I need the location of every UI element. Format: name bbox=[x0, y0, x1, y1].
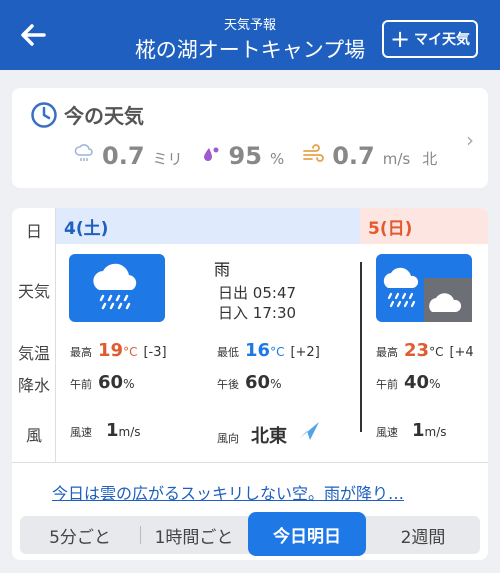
am-label: 午前 bbox=[70, 378, 92, 391]
high-unit: °C bbox=[429, 345, 444, 359]
wind-speed-unit: m/s bbox=[118, 425, 141, 439]
pm-value: 60 bbox=[245, 372, 271, 393]
current-weather-heading: 今の天気 bbox=[30, 100, 144, 129]
high-diff: [-3] bbox=[143, 345, 167, 360]
high-diff: [+4 bbox=[449, 345, 474, 360]
forecast-summary-link[interactable]: 今日は雲の広がるスッキリしない空。雨が降り… bbox=[52, 480, 404, 504]
my-weather-label: マイ天気 bbox=[414, 32, 471, 48]
label-day: 日 bbox=[25, 222, 42, 241]
tab-hourly[interactable]: 1時間ごと bbox=[140, 516, 248, 554]
high-unit: °C bbox=[123, 345, 138, 359]
sunrise-time: 05:47 bbox=[252, 284, 297, 302]
high-label: 最高 bbox=[70, 346, 92, 359]
day1-high-temp: 最高 19 °C [-3] bbox=[70, 340, 167, 361]
forecast-panel: 日 天気 気温 降水 風 4(土) 5(日) 雨 日出 05:47 日入 17:… bbox=[12, 208, 488, 560]
rain-cloudy-weather-icon bbox=[376, 254, 472, 322]
day-header-saturday[interactable]: 4(土) bbox=[56, 208, 360, 244]
forecast-tabs: 5分ごと 1時間ごと 今日明日 2週間 bbox=[20, 512, 480, 556]
wind-speed-label: 風速 bbox=[376, 426, 398, 439]
wind-unit: m/s bbox=[382, 150, 411, 168]
low-label: 最低 bbox=[217, 346, 239, 359]
humidity-value: 95 bbox=[228, 142, 262, 170]
wind-speed-value: 1 bbox=[106, 420, 119, 441]
wind-direction: 北 bbox=[422, 150, 438, 168]
day1-pm-precip: 午後 60% bbox=[217, 372, 281, 393]
rain-cloud-icon bbox=[74, 144, 93, 161]
clock-icon bbox=[31, 101, 57, 128]
day1-wind-direction: 風向 北東 bbox=[217, 420, 321, 448]
percent-unit: % bbox=[429, 377, 441, 391]
row-labels: 日 天気 気温 降水 風 bbox=[12, 208, 56, 462]
am-value: 40 bbox=[404, 372, 430, 393]
condition-text: 雨 bbox=[214, 260, 231, 279]
am-value: 60 bbox=[98, 372, 124, 393]
low-diff: [+2] bbox=[290, 345, 320, 360]
tab-2weeks[interactable]: 2週間 bbox=[366, 516, 480, 554]
percent-unit: % bbox=[123, 377, 135, 391]
wind-value: 0.7 bbox=[332, 142, 375, 170]
label-weather: 天気 bbox=[17, 282, 50, 301]
percent-unit: % bbox=[270, 377, 282, 391]
sunset-label: 日入 bbox=[218, 304, 249, 322]
sunset-row: 日入 17:30 bbox=[218, 302, 296, 323]
humidity-drop-icon bbox=[203, 147, 219, 161]
am-label: 午前 bbox=[376, 378, 398, 391]
label-temp: 気温 bbox=[17, 344, 50, 363]
tab-today-tomorrow[interactable]: 今日明日 bbox=[248, 512, 366, 556]
high-label: 最高 bbox=[376, 346, 398, 359]
current-weather-card[interactable]: 今の天気 0.7 ミリ 95 % 0.7 m/s 北 › bbox=[12, 88, 488, 188]
my-weather-button[interactable]: + マイ天気 bbox=[382, 20, 478, 58]
rain-weather-icon bbox=[69, 254, 165, 322]
day1-am-precip: 午前 60% bbox=[70, 372, 134, 393]
wind-direction-arrow-icon bbox=[300, 422, 319, 440]
wind-speed-unit: m/s bbox=[424, 425, 447, 439]
low-value: 16 bbox=[245, 340, 271, 361]
tab-5min[interactable]: 5分ごと bbox=[20, 516, 140, 554]
current-weather-values: 0.7 ミリ 95 % 0.7 m/s 北 bbox=[74, 142, 447, 170]
pm-label: 午後 bbox=[217, 378, 239, 391]
sunrise-label: 日出 bbox=[218, 284, 249, 302]
wind-speed-value: 1 bbox=[412, 420, 425, 441]
sunset-time: 17:30 bbox=[252, 304, 297, 322]
high-value: 23 bbox=[404, 340, 430, 361]
current-weather-title: 今の天気 bbox=[64, 104, 144, 128]
wind-dir-value: 北東 bbox=[251, 426, 287, 447]
chevron-right-icon: › bbox=[466, 128, 474, 152]
plus-icon: + bbox=[389, 25, 411, 53]
section-divider bbox=[12, 462, 488, 463]
sunrise-row: 日出 05:47 bbox=[218, 282, 296, 303]
precip-value: 0.7 bbox=[102, 142, 145, 170]
day2-wind-speed: 風速 1 m/s bbox=[376, 420, 447, 441]
wind-speed-label: 風速 bbox=[70, 426, 92, 439]
wind-icon bbox=[303, 144, 325, 162]
day1-low-temp: 最低 16 °C [+2] bbox=[217, 340, 320, 361]
humidity-unit: % bbox=[269, 150, 285, 168]
high-value: 19 bbox=[98, 340, 124, 361]
day-divider bbox=[360, 262, 362, 432]
day1-wind-speed: 風速 1 m/s bbox=[70, 420, 141, 441]
wind-dir-label: 風向 bbox=[217, 432, 239, 445]
label-precip: 降水 bbox=[17, 376, 50, 395]
precip-unit: ミリ bbox=[152, 150, 183, 168]
app-header: 天気予報 椛の湖オートキャンプ場 + マイ天気 bbox=[0, 0, 500, 70]
day-header-sunday[interactable]: 5(日) bbox=[360, 208, 488, 244]
day2-high-temp: 最高 23 °C [+4 bbox=[376, 340, 474, 361]
low-unit: °C bbox=[270, 345, 285, 359]
label-wind: 風 bbox=[25, 426, 42, 445]
day2-am-precip: 午前 40% bbox=[376, 372, 440, 393]
